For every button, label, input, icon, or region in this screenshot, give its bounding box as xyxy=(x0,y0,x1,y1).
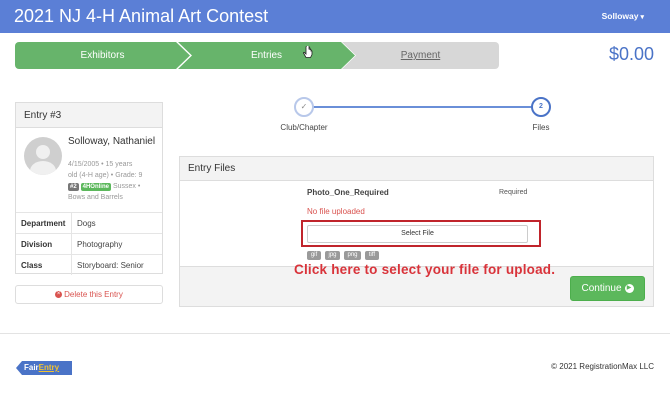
checkmark-icon: ✓ xyxy=(300,102,308,111)
department-value: Dogs xyxy=(77,218,96,228)
entry-info-table: Department Dogs Division Photography Cla… xyxy=(16,212,162,275)
continue-button[interactable]: Continue ▶ xyxy=(570,276,645,301)
entry-files-title: Entry Files xyxy=(180,157,653,181)
user-name: Solloway xyxy=(601,11,639,21)
step-exhibitors[interactable]: Exhibitors xyxy=(15,42,190,69)
wizard-step-files-label: Files xyxy=(532,123,550,132)
exhibitor-name: Solloway, Nathaniel xyxy=(68,136,156,147)
logo-text-entry: Entry xyxy=(38,363,60,372)
required-label: Required xyxy=(499,189,528,196)
wizard-step-files: 2 xyxy=(531,97,551,117)
user-menu[interactable]: Solloway ▾ xyxy=(602,11,644,21)
table-row: Class Storyboard: Senior xyxy=(16,254,162,275)
wizard-step-club[interactable]: ✓ xyxy=(294,97,314,117)
division-label: Division xyxy=(16,234,72,254)
online-badge: 4HOnline xyxy=(80,183,111,191)
table-row: Department Dogs xyxy=(16,212,162,233)
copyright: © 2021 RegistrationMax LLC xyxy=(551,362,654,371)
top-header: 2021 NJ 4-H Animal Art Contest Solloway ▾ xyxy=(0,0,670,33)
wizard-progress-line xyxy=(305,106,541,108)
table-row: Division Photography xyxy=(16,233,162,254)
exhibitor-details: 4/15/2005 • 15 years old (4-H age) • Gra… xyxy=(68,159,162,203)
mouse-pointer-icon xyxy=(303,46,313,58)
delete-entry-label: Delete this Entry xyxy=(64,290,123,299)
select-file-button[interactable]: Select File xyxy=(307,225,528,243)
county: Sussex • xyxy=(112,183,141,190)
class-value: Storyboard: Senior xyxy=(77,260,144,270)
instruction-annotation: Click here to select your file for uploa… xyxy=(294,262,556,277)
filetype-badge: png xyxy=(344,251,361,260)
file-field-name: Photo_One_Required xyxy=(307,188,389,197)
caret-down-icon: ▾ xyxy=(640,14,644,21)
delete-entry-button[interactable]: × Delete this Entry xyxy=(15,285,163,304)
age-grade: old (4-H age) • Grade: 9 xyxy=(68,172,143,179)
entry-number-badge: #2 xyxy=(68,183,79,191)
step-payment[interactable]: Payment xyxy=(342,42,499,69)
birth-date: 4/15/2005 • 15 years xyxy=(68,161,133,168)
entry-title: Entry #3 xyxy=(16,103,162,128)
department-label: Department xyxy=(16,213,72,233)
fairentry-logo[interactable]: FairEntry xyxy=(16,361,72,375)
continue-label: Continue xyxy=(581,283,622,294)
step-payment-label: Payment xyxy=(400,50,441,61)
wizard-step-club-label: Club/Chapter xyxy=(280,123,328,132)
step-progress-bar: Exhibitors Entries Payment xyxy=(15,42,499,69)
filetype-badge: jpg xyxy=(325,251,340,260)
logo-text-fair: Fair xyxy=(24,363,39,372)
class-label: Class xyxy=(16,255,72,275)
filetype-badge: tiff xyxy=(365,251,379,260)
avatar xyxy=(24,137,62,175)
remove-icon: × xyxy=(55,291,63,299)
badge-line: #2 4HOnline Sussex • xyxy=(68,181,162,192)
upload-status: No file uploaded xyxy=(307,207,365,216)
club-name: Bows and Barrels xyxy=(68,194,123,201)
footer-divider xyxy=(0,333,670,334)
entry-summary-card: Entry #3 Solloway, Nathaniel 4/15/2005 •… xyxy=(15,102,163,275)
step-entries[interactable]: Entries xyxy=(178,42,355,69)
cart-total: $0.00 xyxy=(608,44,654,64)
app-title: 2021 NJ 4-H Animal Art Contest xyxy=(14,6,269,26)
division-value: Photography xyxy=(77,239,123,249)
arrow-right-icon: ▶ xyxy=(624,283,634,293)
filetype-badge: gif xyxy=(307,251,321,260)
